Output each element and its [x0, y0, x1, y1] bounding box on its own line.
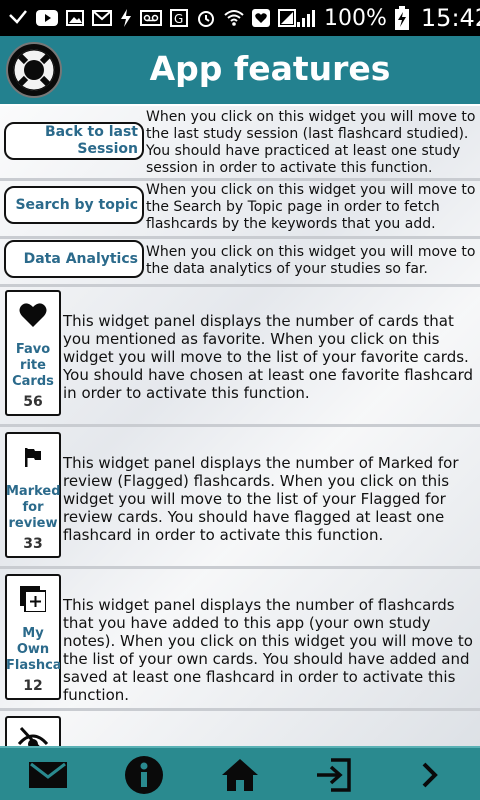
home-icon[interactable]: [220, 756, 260, 794]
divider: [0, 178, 480, 181]
alarm-icon: [196, 8, 216, 28]
my-own-flashcards-label: My Own Flashcards: [6, 626, 60, 673]
marked-for-review-widget[interactable]: Marked for review 33: [5, 432, 61, 558]
add-box-icon: [18, 584, 48, 614]
clock-time: 15:42: [420, 4, 480, 32]
battery-percent: 100%: [324, 5, 387, 31]
status-bar: G 100% 15:42: [0, 0, 480, 36]
favorite-cards-widget[interactable]: Favo rite Cards 56: [5, 290, 61, 416]
heart-box-icon: [252, 9, 270, 27]
youtube-icon: [36, 10, 58, 26]
my-own-flashcards-widget[interactable]: My Own Flashcards 12: [5, 574, 61, 700]
back-to-last-session-button[interactable]: Back to last Session: [4, 122, 144, 160]
bottom-nav-bar: [0, 746, 480, 800]
google-icon: G: [170, 9, 188, 27]
divider: [0, 424, 480, 427]
data-analytics-description: When you click on this widget you will m…: [146, 244, 476, 277]
exit-icon[interactable]: [314, 756, 354, 794]
page-title: App features: [149, 49, 391, 88]
marked-for-review-count: 33: [23, 536, 43, 552]
hidden-cards-widget[interactable]: [5, 716, 61, 746]
divider: [0, 284, 480, 287]
divider: [0, 566, 480, 569]
search-by-topic-button[interactable]: Search by topic: [4, 186, 144, 224]
back-to-last-session-description: When you click on this widget you will m…: [146, 109, 476, 176]
info-icon[interactable]: [124, 756, 164, 794]
marked-for-review-label: Marked for review: [6, 484, 60, 531]
divider: [0, 236, 480, 239]
my-own-flashcards-count: 12: [23, 678, 43, 694]
favorite-cards-description: This widget panel displays the number of…: [63, 312, 474, 402]
marked-for-review-description: This widget panel displays the number of…: [63, 454, 459, 544]
heart-icon: [18, 300, 48, 330]
flash-icon: [120, 9, 132, 27]
voicemail-icon: [140, 10, 162, 26]
check-icon: [8, 9, 28, 27]
search-by-topic-description: When you click on this widget you will m…: [146, 182, 476, 232]
data-analytics-button[interactable]: Data Analytics: [4, 240, 144, 278]
eye-off-icon: [17, 724, 49, 746]
my-own-flashcards-description: This widget panel displays the number of…: [63, 596, 473, 704]
image-icon: [66, 10, 84, 26]
battery-charging-icon: [394, 6, 409, 30]
features-list[interactable]: Back to last Session When you click on t…: [0, 106, 480, 746]
svg-text:G: G: [174, 12, 183, 26]
favorite-cards-count: 56: [23, 394, 43, 410]
chevron-right-icon[interactable]: [410, 756, 450, 794]
mail-icon[interactable]: [28, 756, 68, 794]
app-header: App features: [0, 36, 480, 106]
divider: [0, 708, 480, 711]
flag-icon: [18, 442, 48, 472]
cell-signal-icon: [296, 9, 316, 27]
signal-box-icon: [278, 9, 296, 27]
mail-icon: [92, 10, 112, 26]
favorite-cards-label: Favo rite Cards: [12, 342, 54, 389]
wifi-icon: [224, 9, 244, 27]
